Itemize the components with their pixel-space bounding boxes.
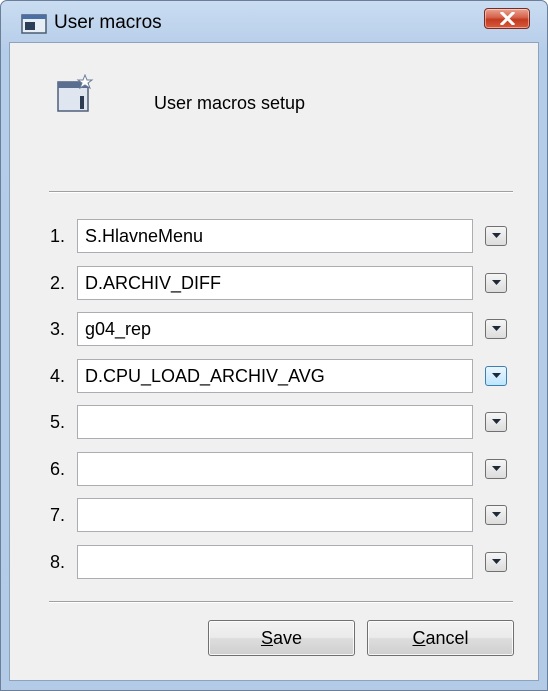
macro-dropdown-button[interactable] bbox=[485, 459, 507, 479]
chevron-down-icon bbox=[492, 419, 501, 424]
dialog-client-area: User macros setup 1.2.3.4.5.6.7.8. Save … bbox=[9, 42, 539, 681]
chevron-down-icon bbox=[492, 280, 501, 285]
header-description: User macros setup bbox=[154, 93, 306, 113]
macro-row: 2. bbox=[10, 266, 540, 300]
macro-dropdown-button[interactable] bbox=[485, 319, 507, 339]
macro-dropdown-button[interactable] bbox=[485, 366, 507, 386]
macro-row: 6. bbox=[10, 452, 540, 486]
macro-dropdown-button[interactable] bbox=[485, 552, 507, 572]
macro-input[interactable] bbox=[77, 359, 473, 393]
macro-input[interactable] bbox=[77, 545, 473, 579]
chevron-down-icon bbox=[492, 326, 501, 331]
macro-input[interactable] bbox=[77, 312, 473, 346]
dialog-window: User macros User macros setup 1. 2. 3. 4. 5.… bbox=[0, 0, 548, 691]
macro-row: 4. bbox=[10, 359, 540, 393]
chevron-down-icon bbox=[492, 373, 501, 378]
cancel-button[interactable]: Cancel bbox=[367, 620, 514, 656]
macro-row: 3. bbox=[10, 312, 540, 346]
close-button[interactable] bbox=[484, 8, 530, 29]
macro-dropdown-button[interactable] bbox=[485, 412, 507, 432]
macro-row-number: 8. bbox=[50, 552, 66, 572]
title-bar[interactable]: User macros bbox=[1, 1, 547, 39]
close-x-icon bbox=[500, 12, 515, 25]
macro-row-number: 5. bbox=[50, 412, 66, 432]
macro-row-number: 1. bbox=[50, 226, 66, 246]
save-button[interactable]: Save bbox=[208, 620, 355, 656]
macro-row-number: 2. bbox=[50, 273, 66, 293]
chevron-down-icon bbox=[492, 559, 501, 564]
window-app-icon bbox=[21, 14, 47, 34]
macro-row: 5. bbox=[10, 405, 540, 439]
window-star-icon bbox=[57, 74, 94, 112]
chevron-down-icon bbox=[492, 512, 501, 517]
macro-input[interactable] bbox=[77, 219, 473, 253]
top-separator bbox=[49, 191, 513, 193]
macro-row-number: 3. bbox=[50, 319, 66, 339]
chevron-down-icon bbox=[492, 466, 501, 471]
macro-input[interactable] bbox=[77, 452, 473, 486]
macro-input[interactable] bbox=[77, 266, 473, 300]
macro-row-number: 4. bbox=[50, 366, 66, 386]
window-title: User macros bbox=[54, 12, 162, 33]
macro-input[interactable] bbox=[77, 405, 473, 439]
macro-row: 1. bbox=[10, 219, 540, 253]
chevron-down-icon bbox=[492, 233, 501, 238]
macro-row-number: 6. bbox=[50, 459, 66, 479]
macro-dropdown-button[interactable] bbox=[485, 505, 507, 525]
bottom-separator bbox=[49, 601, 513, 603]
macro-row: 7. bbox=[10, 498, 540, 532]
macro-row: 8. bbox=[10, 545, 540, 579]
macro-row-number: 7. bbox=[50, 505, 66, 525]
macro-dropdown-button[interactable] bbox=[485, 226, 507, 246]
macro-dropdown-button[interactable] bbox=[485, 273, 507, 293]
macro-input[interactable] bbox=[77, 498, 473, 532]
